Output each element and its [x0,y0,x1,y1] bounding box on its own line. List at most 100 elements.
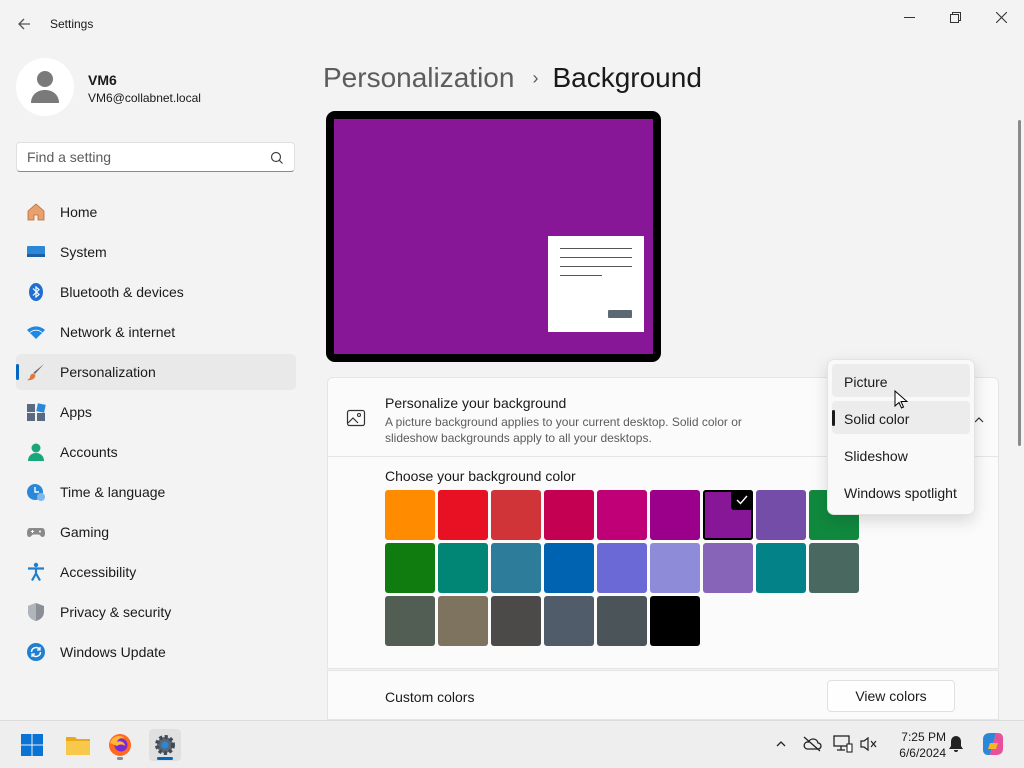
sidebar-item-privacy-security[interactable]: Privacy & security [16,594,296,630]
preview-text-line [560,248,632,249]
sidebar-item-home[interactable]: Home [16,194,296,230]
mouse-cursor-icon [894,390,908,409]
home-icon [26,202,46,222]
color-swatch[interactable] [597,596,647,646]
preview-text-line [560,257,632,258]
minimize-button[interactable] [886,6,932,28]
tray-notifications[interactable] [945,733,967,755]
file-explorer-icon [66,737,90,755]
checkmark-icon [731,490,753,510]
close-button[interactable] [978,6,1024,28]
color-swatch[interactable] [809,543,859,593]
dropdown-option-windows-spotlight[interactable]: Windows spotlight [832,475,970,508]
back-button[interactable] [12,12,36,36]
color-swatch[interactable] [650,596,700,646]
sidebar-item-label: Network & internet [60,324,176,340]
active-indicator [157,757,173,760]
color-swatch[interactable] [703,490,753,540]
sidebar-item-bluetooth[interactable]: Bluetooth & devices [16,274,296,310]
sidebar-item-windows-update[interactable]: Windows Update [16,634,296,670]
breadcrumb-parent[interactable]: Personalization [323,62,514,94]
color-swatch[interactable] [756,543,806,593]
color-swatch[interactable] [491,596,541,646]
color-swatch[interactable] [438,596,488,646]
preview-text-line [560,266,632,267]
running-indicator [117,757,123,760]
sidebar-item-label: Apps [60,404,92,420]
clock-icon [26,482,46,502]
color-swatch[interactable] [438,543,488,593]
sidebar-item-gaming[interactable]: Gaming [16,514,296,550]
color-swatch[interactable] [703,543,753,593]
color-swatch[interactable] [491,490,541,540]
view-colors-button[interactable]: View colors [827,680,955,712]
settings-icon [155,735,175,755]
color-swatch[interactable] [491,543,541,593]
user-name: VM6 [88,72,117,88]
sidebar-item-label: Accessibility [60,564,137,580]
taskbar: 7:25 PM 6/6/2024 [0,720,1024,768]
minimize-icon [903,16,915,18]
sidebar-item-label: Bluetooth & devices [60,284,184,300]
dropdown-option-slideshow[interactable]: Slideshow [832,438,970,471]
color-swatch[interactable] [756,490,806,540]
color-swatch[interactable] [385,596,435,646]
preview-button [608,310,632,318]
tray-copilot[interactable] [980,731,1006,757]
sidebar-item-label: Windows Update [60,644,166,660]
sidebar-item-network[interactable]: Network & internet [16,314,296,350]
sidebar-item-time-language[interactable]: Time & language [16,474,296,510]
sidebar-item-system[interactable]: System [16,234,296,270]
color-swatch[interactable] [650,543,700,593]
search-box [16,142,295,172]
color-swatch[interactable] [650,490,700,540]
breadcrumb: Personalization › Background [323,58,702,98]
accessibility-icon [26,562,46,582]
user-profile[interactable]: VM6 VM6@collabnet.local [16,58,296,118]
sidebar-nav: Home System Bluetooth & devices Network … [16,194,296,674]
dropdown-option-label: Slideshow [844,448,908,464]
sidebar-item-label: Home [60,204,98,220]
desktop-preview [326,111,661,362]
firefox-icon [109,734,131,756]
color-swatch[interactable] [438,490,488,540]
restore-button[interactable] [932,6,978,28]
tray-network[interactable] [832,733,854,755]
color-swatch[interactable] [544,543,594,593]
user-email: VM6@collabnet.local [88,91,201,105]
sidebar-item-label: Privacy & security [60,604,172,620]
color-swatch[interactable] [385,543,435,593]
color-swatch[interactable] [544,490,594,540]
sidebar-item-apps[interactable]: Apps [16,394,296,430]
tray-volume[interactable] [858,733,880,755]
custom-colors-label: Custom colors [385,689,475,705]
search-icon[interactable] [269,150,285,166]
clock-date: 6/6/2024 [899,746,946,760]
bell-icon [949,736,963,752]
color-swatch-grid [385,490,859,646]
sidebar-item-label: Time & language [60,484,166,500]
taskbar-file-explorer[interactable] [62,729,94,761]
sidebar-item-accounts[interactable]: Accounts [16,434,296,470]
brush-icon [26,362,46,382]
scrollbar[interactable] [1018,120,1021,446]
taskbar-settings[interactable] [149,729,181,761]
taskbar-clock[interactable]: 7:25 PM 6/6/2024 [880,729,946,761]
sidebar-item-accessibility[interactable]: Accessibility [16,554,296,590]
arrow-left-icon [18,18,30,30]
color-swatch[interactable] [597,543,647,593]
accounts-icon [26,442,46,462]
tray-overflow-button[interactable] [770,733,792,755]
search-input[interactable] [17,143,257,171]
preview-window [548,236,644,332]
dropdown-option-label: Solid color [844,411,910,427]
start-button[interactable] [16,729,48,761]
bluetooth-icon [26,282,46,302]
color-swatch[interactable] [385,490,435,540]
color-swatch[interactable] [597,490,647,540]
sidebar-item-personalization[interactable]: Personalization [16,354,296,390]
tray-onedrive[interactable] [801,733,823,755]
avatar [16,58,74,116]
taskbar-firefox[interactable] [104,729,136,761]
color-swatch[interactable] [544,596,594,646]
